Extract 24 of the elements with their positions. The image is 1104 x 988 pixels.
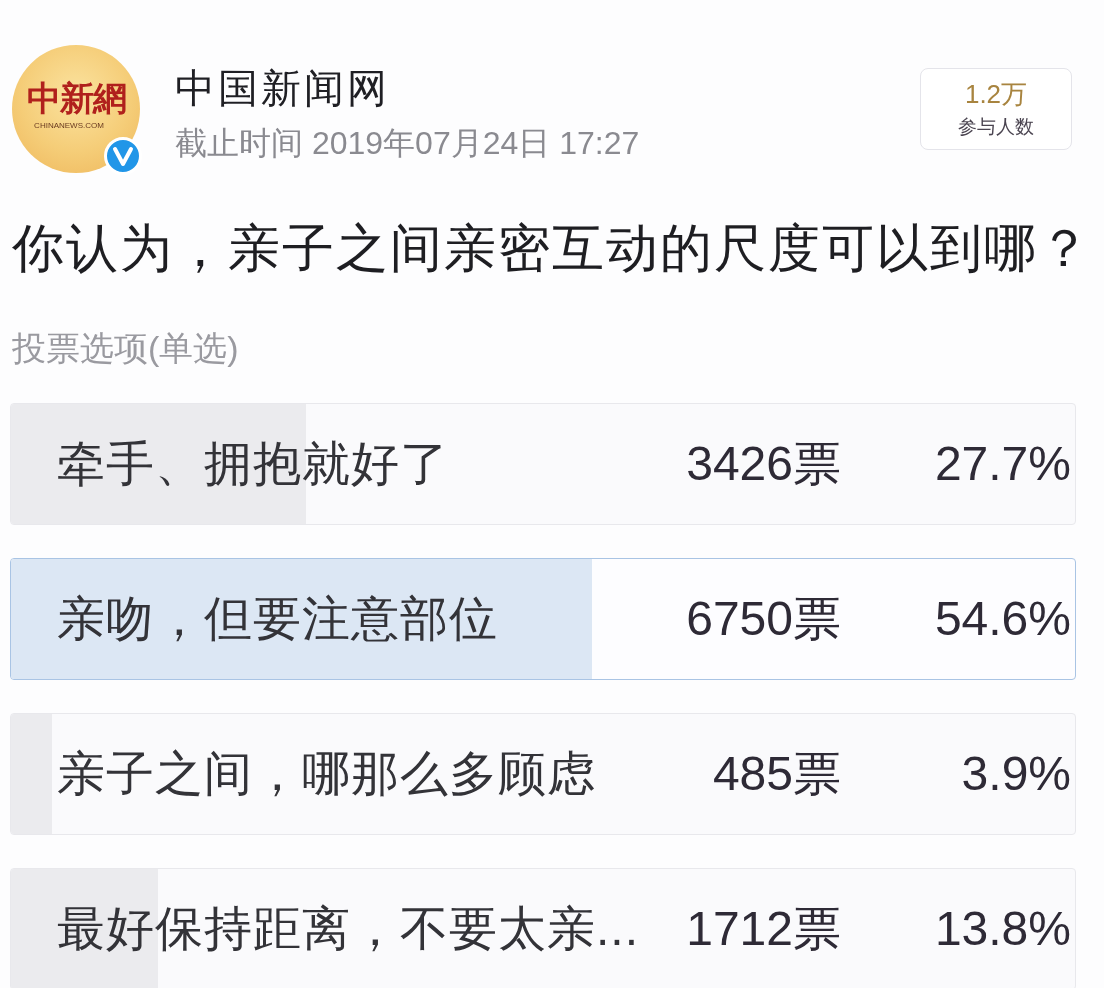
account-name: 中国新闻网 [175,65,391,111]
vote-count: 1712票 [686,901,841,957]
participant-label: 参与人数 [958,115,1034,139]
option-label: 亲子之间，哪那么多顾虑 [57,746,597,802]
vote-count: 485票 [712,746,841,802]
logo-text: 中新網 [26,79,126,117]
option-label: 最好保持距离，不要太亲... [57,901,640,957]
vote-percent: 54.6% [933,591,1071,647]
poll-option[interactable]: 亲吻，但要注意部位 6750票 54.6% [10,558,1076,680]
option-label: 亲吻，但要注意部位 [57,591,499,647]
deadline-text: 截止时间 2019年07月24日 17:27 [175,124,640,163]
vote-type-label: 投票选项(单选) [12,328,240,368]
option-label: 牵手、拥抱就好了 [57,436,450,492]
logo-subtext: CHINANEWS.COM [34,120,104,131]
participant-count: 1.2万 [964,79,1028,109]
vote-count: 6750票 [686,591,841,647]
poll-option[interactable]: 亲子之间，哪那么多顾虑 485票 3.9% [10,713,1076,835]
poll-question: 你认为，亲子之间亲密互动的尺度可以到哪？ [12,218,1093,278]
vote-percent: 3.9% [960,746,1071,802]
vote-count: 3426票 [686,436,841,492]
vote-percent: 27.7% [933,436,1071,492]
poll-option[interactable]: 最好保持距离，不要太亲... 1712票 13.8% [10,868,1076,988]
poll-option[interactable]: 牵手、拥抱就好了 3426票 27.7% [10,403,1076,525]
vote-percent: 13.8% [933,901,1071,957]
